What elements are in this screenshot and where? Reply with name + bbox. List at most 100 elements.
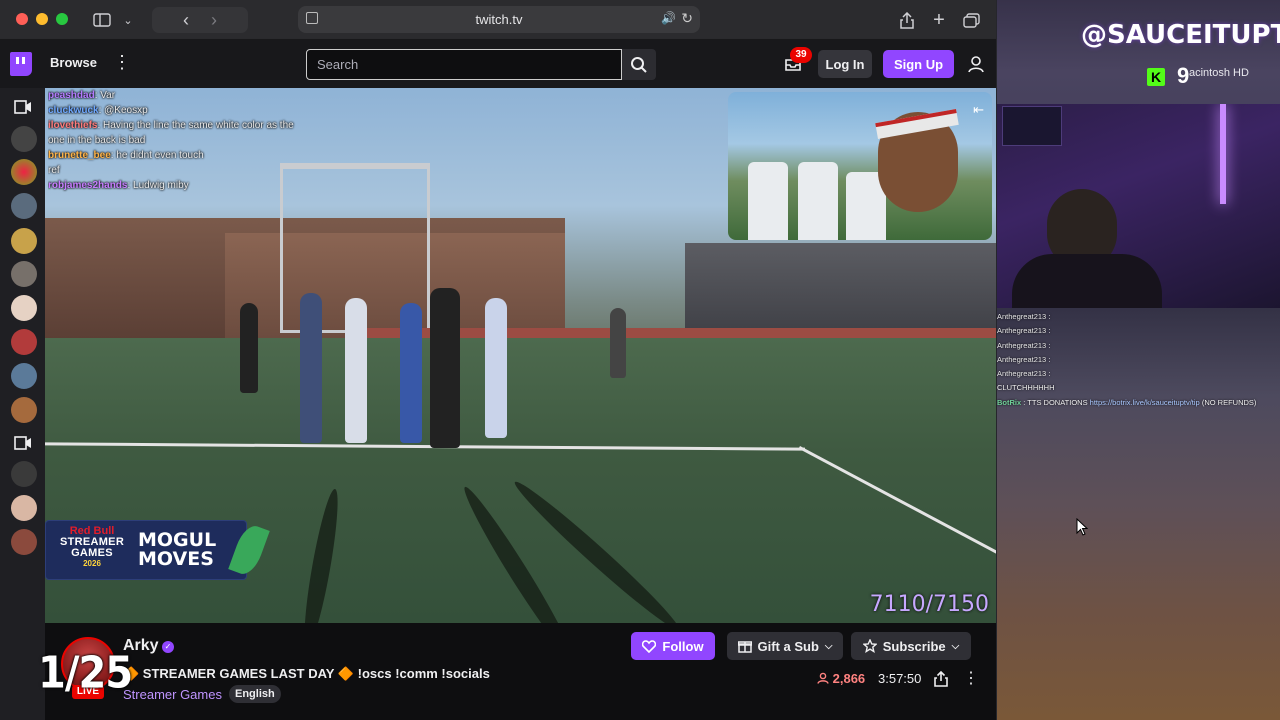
kick-counter: 9: [1177, 63, 1190, 88]
more-menu-icon[interactable]: ⋮: [113, 52, 131, 73]
chat-username: ilovethiefs: [48, 120, 98, 131]
verified-icon: ✓: [162, 641, 174, 653]
channel-avatar[interactable]: [11, 159, 37, 185]
video-player[interactable]: peashdad: Var cluckwuck: @Keosxp iloveth…: [45, 88, 996, 623]
chat-text: Var: [100, 90, 116, 101]
share-icon[interactable]: [934, 671, 948, 687]
forward-icon[interactable]: ›: [211, 10, 217, 31]
search-button[interactable]: [622, 49, 656, 80]
search-box: [306, 49, 622, 80]
gift-icon: [737, 641, 752, 653]
chat-text: CLUTCHHHHHH: [997, 383, 1055, 393]
chat-username: Anthegreat213: [997, 312, 1047, 321]
chat-username: cluckwuck: [48, 105, 99, 116]
reload-icon[interactable]: ↻: [681, 10, 693, 27]
site-settings-icon[interactable]: [306, 12, 318, 24]
nav-buttons: ‹ ›: [152, 7, 248, 33]
browser-toolbar: ⌄ ‹ › twitch.tv 🔊 ↻ +: [0, 0, 996, 40]
chat-text: :: [1048, 340, 1051, 350]
channel-avatar[interactable]: [11, 261, 37, 287]
chat-text: :: [1048, 326, 1051, 336]
chat-text: TTS DONATIONS: [1027, 397, 1088, 407]
search-input[interactable]: [307, 50, 621, 79]
overlay-counter: 1/25: [38, 647, 133, 699]
channel-avatar[interactable]: [11, 495, 37, 521]
chevron-down-icon: ⌵: [824, 640, 833, 652]
channel-avatar[interactable]: [11, 529, 37, 555]
share-icon[interactable]: [898, 7, 916, 33]
pip-scene-person: [748, 162, 788, 240]
chat-text: :: [1048, 369, 1051, 379]
video-scene-person: [345, 298, 367, 443]
channel-avatar[interactable]: [11, 397, 37, 423]
event-name: STREAMER GAMES: [59, 536, 125, 559]
channel-avatar[interactable]: [11, 193, 37, 219]
chevron-down-icon: ⌵: [951, 640, 960, 652]
chat-message: Anthegreat213 :: [997, 310, 1280, 324]
new-tab-icon[interactable]: +: [930, 7, 948, 33]
chat-username: Anthegreat213: [997, 340, 1047, 350]
close-window-button[interactable]: [16, 13, 28, 25]
channel-avatar[interactable]: [11, 228, 37, 254]
subscribe-button[interactable]: Subscribe ⌵: [851, 632, 971, 660]
chat-text: @Keosxp: [104, 105, 148, 116]
chat-text: :: [1048, 354, 1051, 364]
channel-avatar[interactable]: [11, 363, 37, 389]
follow-label: Follow: [662, 638, 704, 654]
chat-username: robjames2hands: [48, 180, 128, 191]
live-channels-icon[interactable]: [14, 436, 32, 450]
desktop-drive-label[interactable]: acintosh HD: [1189, 67, 1249, 79]
chat-username: BotRix: [997, 397, 1022, 407]
stream-title: 🔶 STREAMER GAMES LAST DAY 🔶 !oscs !comm …: [123, 666, 490, 681]
twitch-logo-icon[interactable]: [10, 52, 32, 76]
picture-in-picture-feed[interactable]: ⇤: [728, 92, 992, 240]
tab-overview-icon[interactable]: [961, 7, 981, 33]
video-scene-person: [400, 303, 422, 443]
chat-message: peashdad: Var: [48, 90, 116, 101]
video-scene-person: [430, 288, 460, 448]
video-scene-person: [610, 308, 626, 378]
gift-sub-button[interactable]: Gift a Sub ⌵: [727, 632, 843, 660]
channel-avatar[interactable]: [11, 329, 37, 355]
chat-text: he didnt even touch: [116, 150, 204, 161]
chat-message: CLUTCHHHHHH: [997, 381, 1280, 395]
streamer-chat-overlay: Anthegreat213 : Anthegreat213 : Anthegre…: [997, 310, 1280, 410]
stream-category-link[interactable]: Streamer Games: [123, 687, 222, 702]
channel-avatar[interactable]: [11, 126, 37, 152]
search-icon: [631, 56, 647, 73]
recommended-channels-icon[interactable]: [14, 100, 32, 114]
kick-logo-icon: K: [1147, 68, 1165, 86]
chat-username: Anthegreat213: [997, 326, 1047, 336]
video-scene-stands: [685, 243, 996, 338]
zoom-window-button[interactable]: [56, 13, 68, 25]
video-scene-person: [300, 293, 322, 443]
address-bar[interactable]: twitch.tv 🔊 ↻: [298, 6, 700, 33]
chevron-down-icon[interactable]: ⌄: [120, 7, 136, 33]
minimize-window-button[interactable]: [36, 13, 48, 25]
pip-scene-person: [798, 162, 838, 240]
follow-button[interactable]: Follow: [631, 632, 715, 660]
more-options-icon[interactable]: ⋮: [963, 668, 979, 688]
chat-username: Anthegreat213: [997, 354, 1047, 364]
channel-avatar[interactable]: [11, 295, 37, 321]
login-button[interactable]: Log In: [818, 50, 872, 78]
sidebar-toggle-icon[interactable]: [92, 7, 112, 33]
star-icon: [862, 639, 877, 653]
event-logo-overlay: Red Bull STREAMER GAMES 2026 MOGUL MOVES: [45, 520, 270, 580]
chat-username: brunette_bee: [48, 150, 111, 161]
video-scene-person: [485, 298, 507, 438]
signup-button[interactable]: Sign Up: [883, 50, 954, 78]
notification-badge: 39: [790, 47, 812, 63]
collapse-arrow-icon[interactable]: ⇤: [973, 102, 984, 118]
url-text: twitch.tv: [475, 12, 523, 27]
back-icon[interactable]: ‹: [183, 10, 189, 31]
chat-link[interactable]: https://botrix.live/k/sauceituptv/tip: [1090, 398, 1200, 407]
webcam-scene-body: [1012, 254, 1162, 308]
channel-avatar[interactable]: [11, 461, 37, 487]
audio-playing-icon[interactable]: 🔊: [661, 11, 676, 25]
subscribe-label: Subscribe: [882, 638, 946, 654]
language-tag[interactable]: English: [229, 685, 281, 703]
webcam-scene-led-strip: [1220, 104, 1226, 204]
user-menu-icon[interactable]: [966, 54, 986, 74]
browse-link[interactable]: Browse: [50, 55, 97, 70]
